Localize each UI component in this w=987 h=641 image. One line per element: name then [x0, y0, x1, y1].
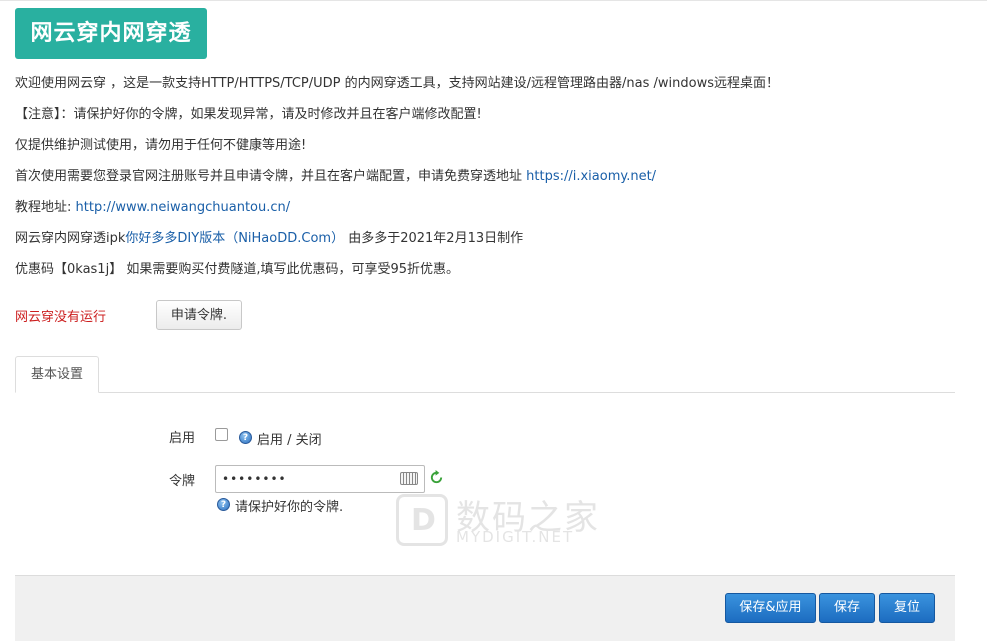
help-icon: ?	[239, 431, 252, 444]
service-status: 网云穿没有运行	[15, 310, 107, 325]
intro-line-1: 欢迎使用网云穿 ，这是一款支持HTTP/HTTPS/TCP/UDP 的内网穿透工…	[15, 76, 779, 91]
save-button[interactable]: 保存	[819, 593, 875, 623]
intro-line-author: 网云穿内网穿透ipk你好多多DIY版本（NiHaoDD.Com） 由多多于202…	[15, 227, 523, 246]
token-label: 令牌	[169, 474, 196, 489]
intro-line-coupon: 优惠码【0kas1j】 如果需要购买付费隧道,填写此优惠码，可享受95折优惠。	[15, 262, 459, 277]
token-help-text: 请保护好你的令牌.	[235, 500, 344, 515]
tutorial-link[interactable]: http://www.neiwangchuantou.cn/	[76, 200, 291, 215]
intro-tutorial-text: 教程地址:	[15, 200, 76, 215]
register-link[interactable]: https://i.xiaomy.net/	[526, 169, 656, 184]
enable-checkbox[interactable]	[215, 428, 228, 441]
watermark-box: D	[396, 494, 448, 546]
intro-author-prefix: 网云穿内网穿透ipk	[15, 231, 126, 246]
top-divider	[0, 0, 987, 1]
enable-help-text: 启用 / 关闭	[257, 433, 322, 448]
watermark-text: 数码之家	[456, 498, 600, 538]
tab-bar-divider	[15, 392, 955, 393]
intro-register-text: 首次使用需要您登录官网注册账号并且申请令牌，并且在客户端配置，申请免费穿透地址	[15, 169, 527, 184]
reset-button[interactable]: 复位	[879, 593, 935, 623]
intro-line-notice: 【注意】：请保护好你的令牌，如果发现异常，请及时修改并且在客户端修改配置!	[15, 107, 482, 122]
author-link[interactable]: 你好多多DIY版本（NiHaoDD.Com）	[125, 231, 344, 246]
apply-token-button[interactable]: 申请令牌.	[156, 300, 242, 330]
watermark-logo: D 数码之家 MYDIGIT.NET	[396, 490, 598, 550]
enable-label: 启用	[169, 431, 196, 446]
page-title: 网云穿内网穿透	[15, 8, 207, 59]
intro-line-register: 首次使用需要您登录官网注册账号并且申请令牌，并且在客户端配置，申请免费穿透地址 …	[15, 165, 656, 184]
help-icon: ?	[217, 498, 230, 511]
refresh-icon[interactable]	[429, 470, 444, 485]
watermark-subtext: MYDIGIT.NET	[456, 528, 575, 546]
tab-basic-settings[interactable]: 基本设置	[15, 356, 99, 393]
keyboard-icon[interactable]	[400, 472, 418, 485]
intro-line-tutorial: 教程地址: http://www.neiwangchuantou.cn/	[15, 196, 290, 215]
intro-author-suffix: 由多多于2021年2月13日制作	[348, 231, 524, 246]
intro-line-usage: 仅提供维护测试使用，请勿用于任何不健康等用途!	[15, 138, 307, 153]
watermark-glyph: D	[411, 503, 436, 538]
save-apply-button[interactable]: 保存&应用	[725, 593, 816, 623]
token-input[interactable]	[215, 465, 425, 493]
